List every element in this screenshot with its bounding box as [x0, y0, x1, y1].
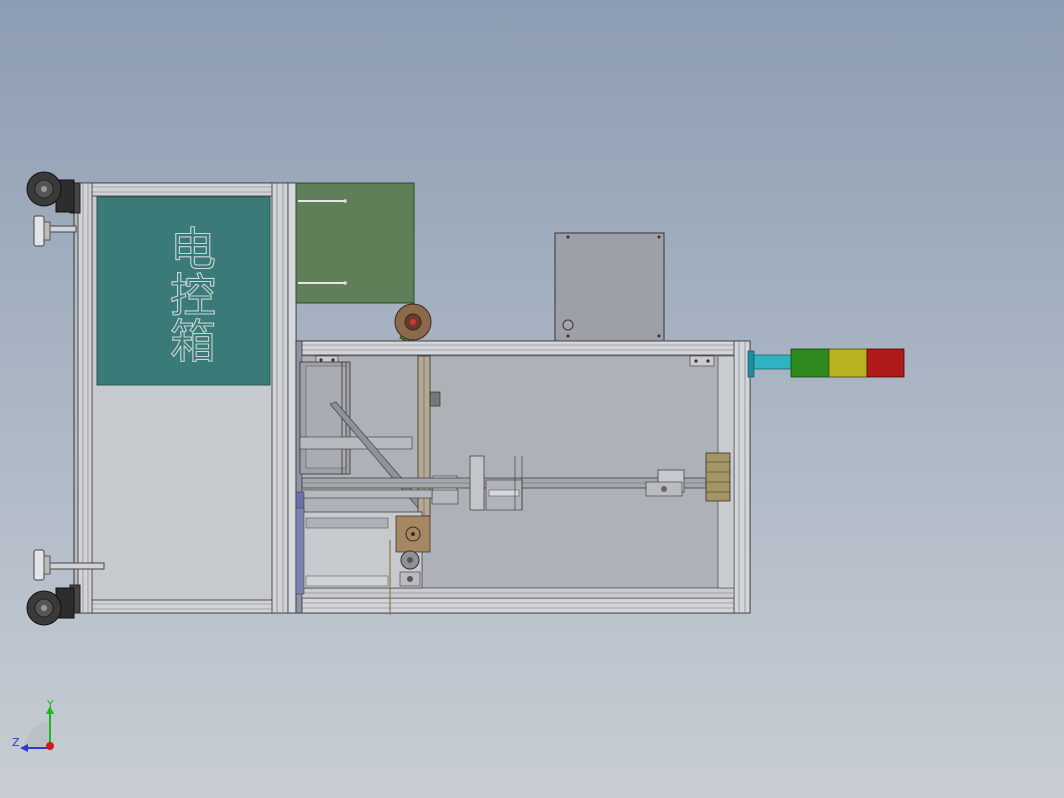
top-bracket-right — [689, 355, 715, 367]
mounting-plate — [295, 182, 415, 304]
terminal-connector — [705, 452, 731, 502]
cad-viewport[interactable]: 电控箱 Y Z — [0, 0, 1064, 798]
caster-bottom — [26, 584, 81, 626]
assembly-drawing: 电控箱 Y Z — [12, 171, 905, 752]
signal-tower — [747, 348, 905, 378]
control-box — [554, 232, 665, 342]
electrical-cabinet-panel: 电控箱 — [96, 196, 271, 386]
leveling-foot-top — [33, 215, 77, 247]
caster-top — [26, 171, 81, 214]
cabinet-label: 电控箱 — [163, 225, 217, 363]
tape-roller — [394, 303, 432, 343]
view-triad: Y Z — [12, 698, 54, 752]
triad-z-label: Z — [12, 736, 20, 749]
triad-y-label: Y — [46, 698, 54, 711]
